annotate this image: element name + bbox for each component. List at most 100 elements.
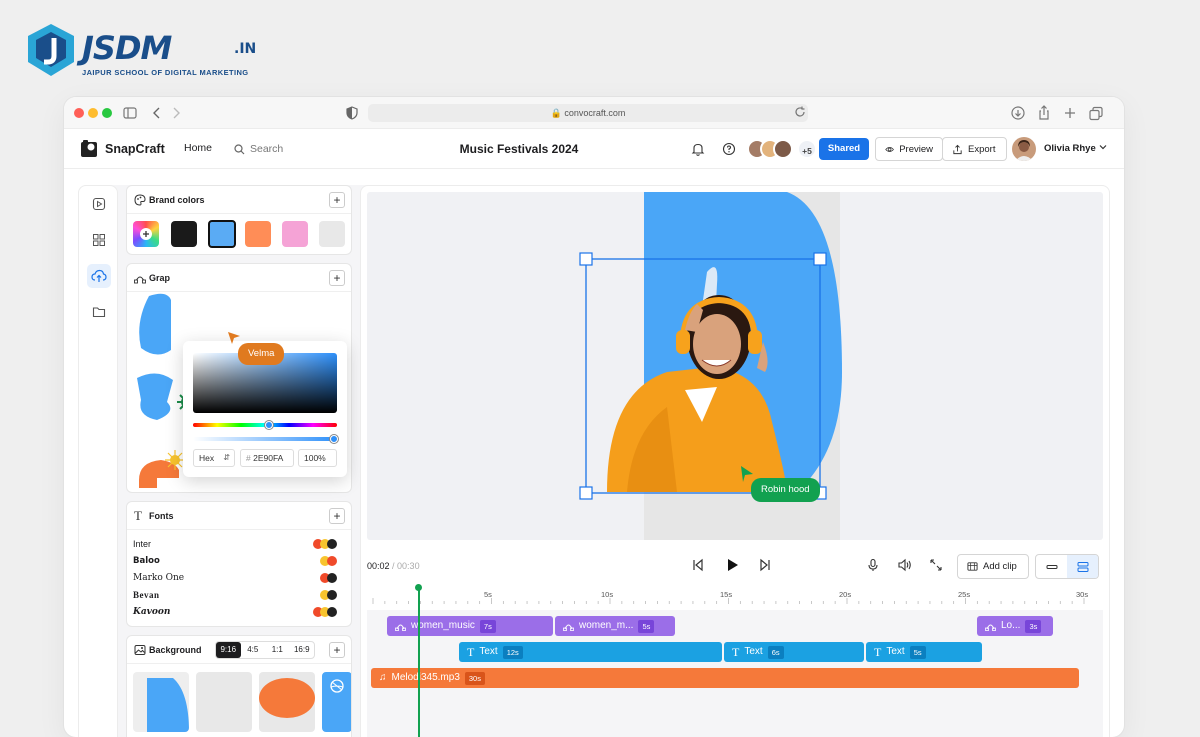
background-thumbnail[interactable] (322, 672, 351, 732)
preview-button[interactable]: Preview (875, 137, 943, 161)
plus-icon (140, 228, 152, 240)
skip-back-icon[interactable] (691, 558, 705, 572)
color-swatch[interactable] (282, 221, 308, 247)
font-item-inter[interactable]: Inter (133, 539, 151, 549)
search-button[interactable]: Search (234, 140, 283, 158)
background-thumbnail[interactable] (259, 672, 315, 732)
color-swatch[interactable] (171, 221, 197, 247)
close-window-button[interactable] (74, 108, 84, 118)
minimize-window-button[interactable] (88, 108, 98, 118)
text-clip-icon: T (874, 645, 882, 659)
custom-color-picker-swatch[interactable] (133, 221, 159, 247)
audio-clip[interactable]: ♫ Melodi345.mp3 30s (371, 668, 1079, 688)
timeline-tracks: women_music 7s women_m... 5s Lo... 3s T … (367, 584, 1103, 737)
upload-tool-icon[interactable] (87, 264, 111, 288)
clip-duration: 5s (909, 645, 926, 659)
artboard-graphics (579, 192, 842, 540)
clip-duration: 12s (502, 645, 523, 659)
ratio-1-1[interactable]: 1:1 (265, 642, 290, 658)
ratio-4-5[interactable]: 4:5 (241, 642, 266, 658)
browser-chrome: 🔒 convocraft.com (64, 97, 1124, 129)
export-button[interactable]: Export (942, 137, 1007, 161)
download-icon[interactable] (1010, 105, 1026, 121)
opacity-slider[interactable] (193, 435, 338, 443)
document-title[interactable]: Music Festivals 2024 (444, 142, 594, 156)
tick-label: 15s (720, 590, 733, 599)
font-item-kavoon[interactable]: Kavoon (133, 607, 170, 617)
ratio-9-16[interactable]: 9:16 (216, 642, 241, 658)
opacity-slider-handle[interactable] (330, 435, 338, 443)
tick-label: 5s (484, 590, 492, 599)
fonts-title: Fonts (149, 511, 174, 521)
text-clip[interactable]: T Text 5s (866, 642, 982, 662)
snapcraft-logo-icon[interactable] (80, 139, 100, 159)
help-icon[interactable] (721, 141, 737, 157)
new-tab-icon[interactable] (1062, 105, 1078, 121)
maximize-window-button[interactable] (102, 108, 112, 118)
video-clip[interactable]: Lo... 3s (977, 616, 1053, 636)
color-swatch[interactable] (245, 221, 271, 247)
microphone-icon[interactable] (866, 558, 880, 572)
canvas-artboard[interactable]: Robin hood (367, 192, 1103, 540)
text-clip[interactable]: T Text 12s (459, 642, 722, 662)
background-thumbnail[interactable] (196, 672, 252, 732)
elements-tool-icon[interactable] (87, 228, 111, 252)
skip-forward-icon[interactable] (758, 558, 772, 572)
video-tool-icon[interactable] (87, 192, 111, 216)
font-item-bevan[interactable]: Bevan (133, 590, 160, 600)
volume-icon[interactable] (897, 558, 912, 572)
color-mode-select[interactable]: Hex ⇵ (193, 449, 235, 467)
playhead-handle[interactable] (415, 584, 422, 591)
forward-icon[interactable] (168, 105, 184, 121)
opacity-input[interactable]: 100% (298, 449, 337, 467)
chevron-down-icon[interactable] (1098, 142, 1108, 152)
add-brand-color-button[interactable]: + (329, 192, 345, 208)
background-thumbnail[interactable] (133, 672, 189, 732)
play-icon[interactable] (724, 557, 740, 573)
bell-icon[interactable] (690, 141, 706, 157)
timeline-ruler[interactable]: 5s 10s 15s 20s 25s 30s (367, 590, 1103, 604)
address-bar[interactable]: 🔒 convocraft.com (368, 104, 808, 122)
playback-controls: 00:02 / 00:30 Add clip (361, 548, 1109, 584)
shared-button[interactable]: Shared (819, 138, 869, 160)
avatar (773, 139, 793, 159)
tool-rail (78, 185, 118, 737)
yellow-sun-graphic (165, 450, 185, 470)
add-background-button[interactable]: + (329, 642, 345, 658)
font-item-marko-one[interactable]: Marko One (133, 573, 184, 583)
home-link[interactable]: Home (184, 142, 212, 154)
color-swatch[interactable] (319, 221, 345, 247)
film-icon (967, 562, 978, 571)
share-icon[interactable] (1036, 105, 1052, 121)
folder-tool-icon[interactable] (87, 300, 111, 324)
editor-stage: Robin hood 00:02 / 00:30 Add clip 5s 10s… (360, 185, 1110, 737)
video-clip[interactable]: women_music 7s (387, 616, 553, 636)
fullscreen-icon[interactable] (929, 558, 943, 572)
brand-colors-panel: Brand colors + (126, 185, 352, 255)
collaborator-avatars[interactable]: +5 (747, 139, 817, 159)
upload-icon (953, 144, 962, 154)
font-item-baloo[interactable]: Baloo (133, 556, 160, 566)
collapsed-view-icon[interactable] (1036, 555, 1067, 578)
eye-icon (885, 146, 894, 152)
hue-slider[interactable] (193, 421, 337, 429)
user-avatar[interactable] (1012, 137, 1036, 161)
tab-overview-icon[interactable] (1088, 105, 1104, 121)
user-name[interactable]: Olivia Rhye (1044, 143, 1096, 154)
expanded-view-icon[interactable] (1067, 555, 1098, 578)
track-view-toggle (1035, 554, 1099, 579)
reload-icon[interactable] (794, 106, 810, 122)
text-clip[interactable]: T Text 6s (724, 642, 864, 662)
add-font-button[interactable]: + (329, 508, 345, 524)
sidebar-toggle-icon[interactable] (122, 105, 138, 121)
ratio-16-9[interactable]: 16:9 (290, 642, 315, 658)
shield-icon[interactable] (344, 105, 360, 121)
add-graphic-button[interactable]: + (329, 270, 345, 286)
video-clip[interactable]: women_m... 5s (555, 616, 675, 636)
back-icon[interactable] (149, 105, 165, 121)
color-swatch-selected[interactable] (208, 220, 236, 248)
hue-slider-handle[interactable] (265, 421, 273, 429)
hex-input[interactable]: # 2E90FA (240, 449, 294, 467)
playhead[interactable] (418, 586, 420, 737)
add-clip-button[interactable]: Add clip (957, 554, 1029, 579)
